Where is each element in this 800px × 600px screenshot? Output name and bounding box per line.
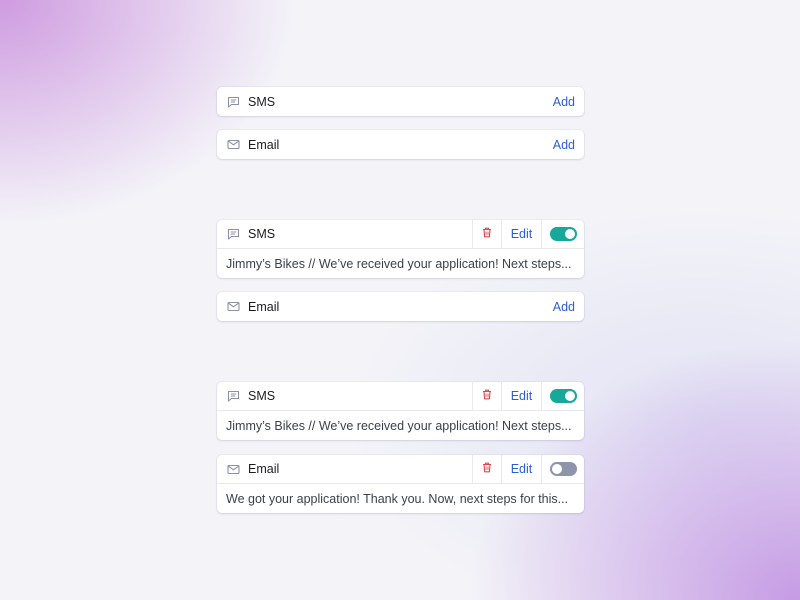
envelope-icon xyxy=(226,462,240,476)
sms-toggle[interactable] xyxy=(549,227,577,241)
email-channel-header: Email Add xyxy=(217,130,584,159)
sms-channel-card-configured: SMS Edit Jimmy’s Bikes // We’ve received… xyxy=(217,382,584,440)
toggle-knob xyxy=(564,391,575,401)
email-channel-card: Email Add xyxy=(217,292,584,321)
sms-channel-header: SMS Edit xyxy=(217,220,584,249)
delete-sms-button[interactable] xyxy=(472,382,501,411)
email-label: Email xyxy=(248,299,280,314)
edit-sms-button[interactable]: Edit xyxy=(501,382,541,411)
add-sms-button[interactable]: Add xyxy=(553,95,575,109)
sms-label: SMS xyxy=(248,227,276,241)
chat-bubble-icon xyxy=(226,227,240,241)
sms-toggle-cell xyxy=(541,220,584,249)
edit-sms-button[interactable]: Edit xyxy=(501,220,541,249)
sms-toggle-cell xyxy=(541,382,584,411)
email-channel-card: Email Add xyxy=(217,130,584,159)
envelope-icon xyxy=(226,138,240,152)
toggle-knob xyxy=(564,229,575,239)
chat-bubble-icon xyxy=(226,389,240,403)
delete-sms-button[interactable] xyxy=(472,220,501,249)
email-label: Email xyxy=(248,137,280,152)
sms-channel-header: SMS Add xyxy=(217,87,584,116)
envelope-icon xyxy=(226,300,240,314)
add-email-button[interactable]: Add xyxy=(553,300,575,314)
sms-actions: Edit xyxy=(472,220,584,249)
sms-toggle[interactable] xyxy=(549,389,577,403)
edit-email-button[interactable]: Edit xyxy=(501,455,541,484)
email-actions: Edit xyxy=(472,455,584,484)
sms-channel-header: SMS Edit xyxy=(217,382,584,411)
email-message-preview: We got your application! Thank you. Now,… xyxy=(226,491,569,506)
add-email-button[interactable]: Add xyxy=(553,138,575,152)
sms-channel-card: SMS Add xyxy=(217,87,584,116)
email-channel-card-configured: Email Edit We got your application! Than… xyxy=(217,455,584,513)
sms-label: SMS xyxy=(248,94,276,109)
sms-actions: Edit xyxy=(472,382,584,411)
email-channel-header: Email Edit xyxy=(217,455,584,484)
trash-icon xyxy=(482,387,492,405)
toggle-knob xyxy=(551,464,562,474)
sms-label: SMS xyxy=(248,389,276,403)
email-toggle[interactable] xyxy=(549,462,577,476)
trash-icon xyxy=(482,460,492,478)
delete-email-button[interactable] xyxy=(472,455,501,484)
email-label: Email xyxy=(248,462,280,476)
chat-bubble-icon xyxy=(226,95,240,109)
email-channel-header: Email Add xyxy=(217,292,584,321)
sms-message-preview: Jimmy’s Bikes // We’ve received your app… xyxy=(226,256,572,271)
trash-icon xyxy=(482,225,492,243)
sms-message-preview: Jimmy’s Bikes // We’ve received your app… xyxy=(226,418,572,433)
sms-channel-card-configured: SMS Edit Jimmy’s Bikes // We’ve received… xyxy=(217,220,584,278)
email-toggle-cell xyxy=(541,455,584,484)
